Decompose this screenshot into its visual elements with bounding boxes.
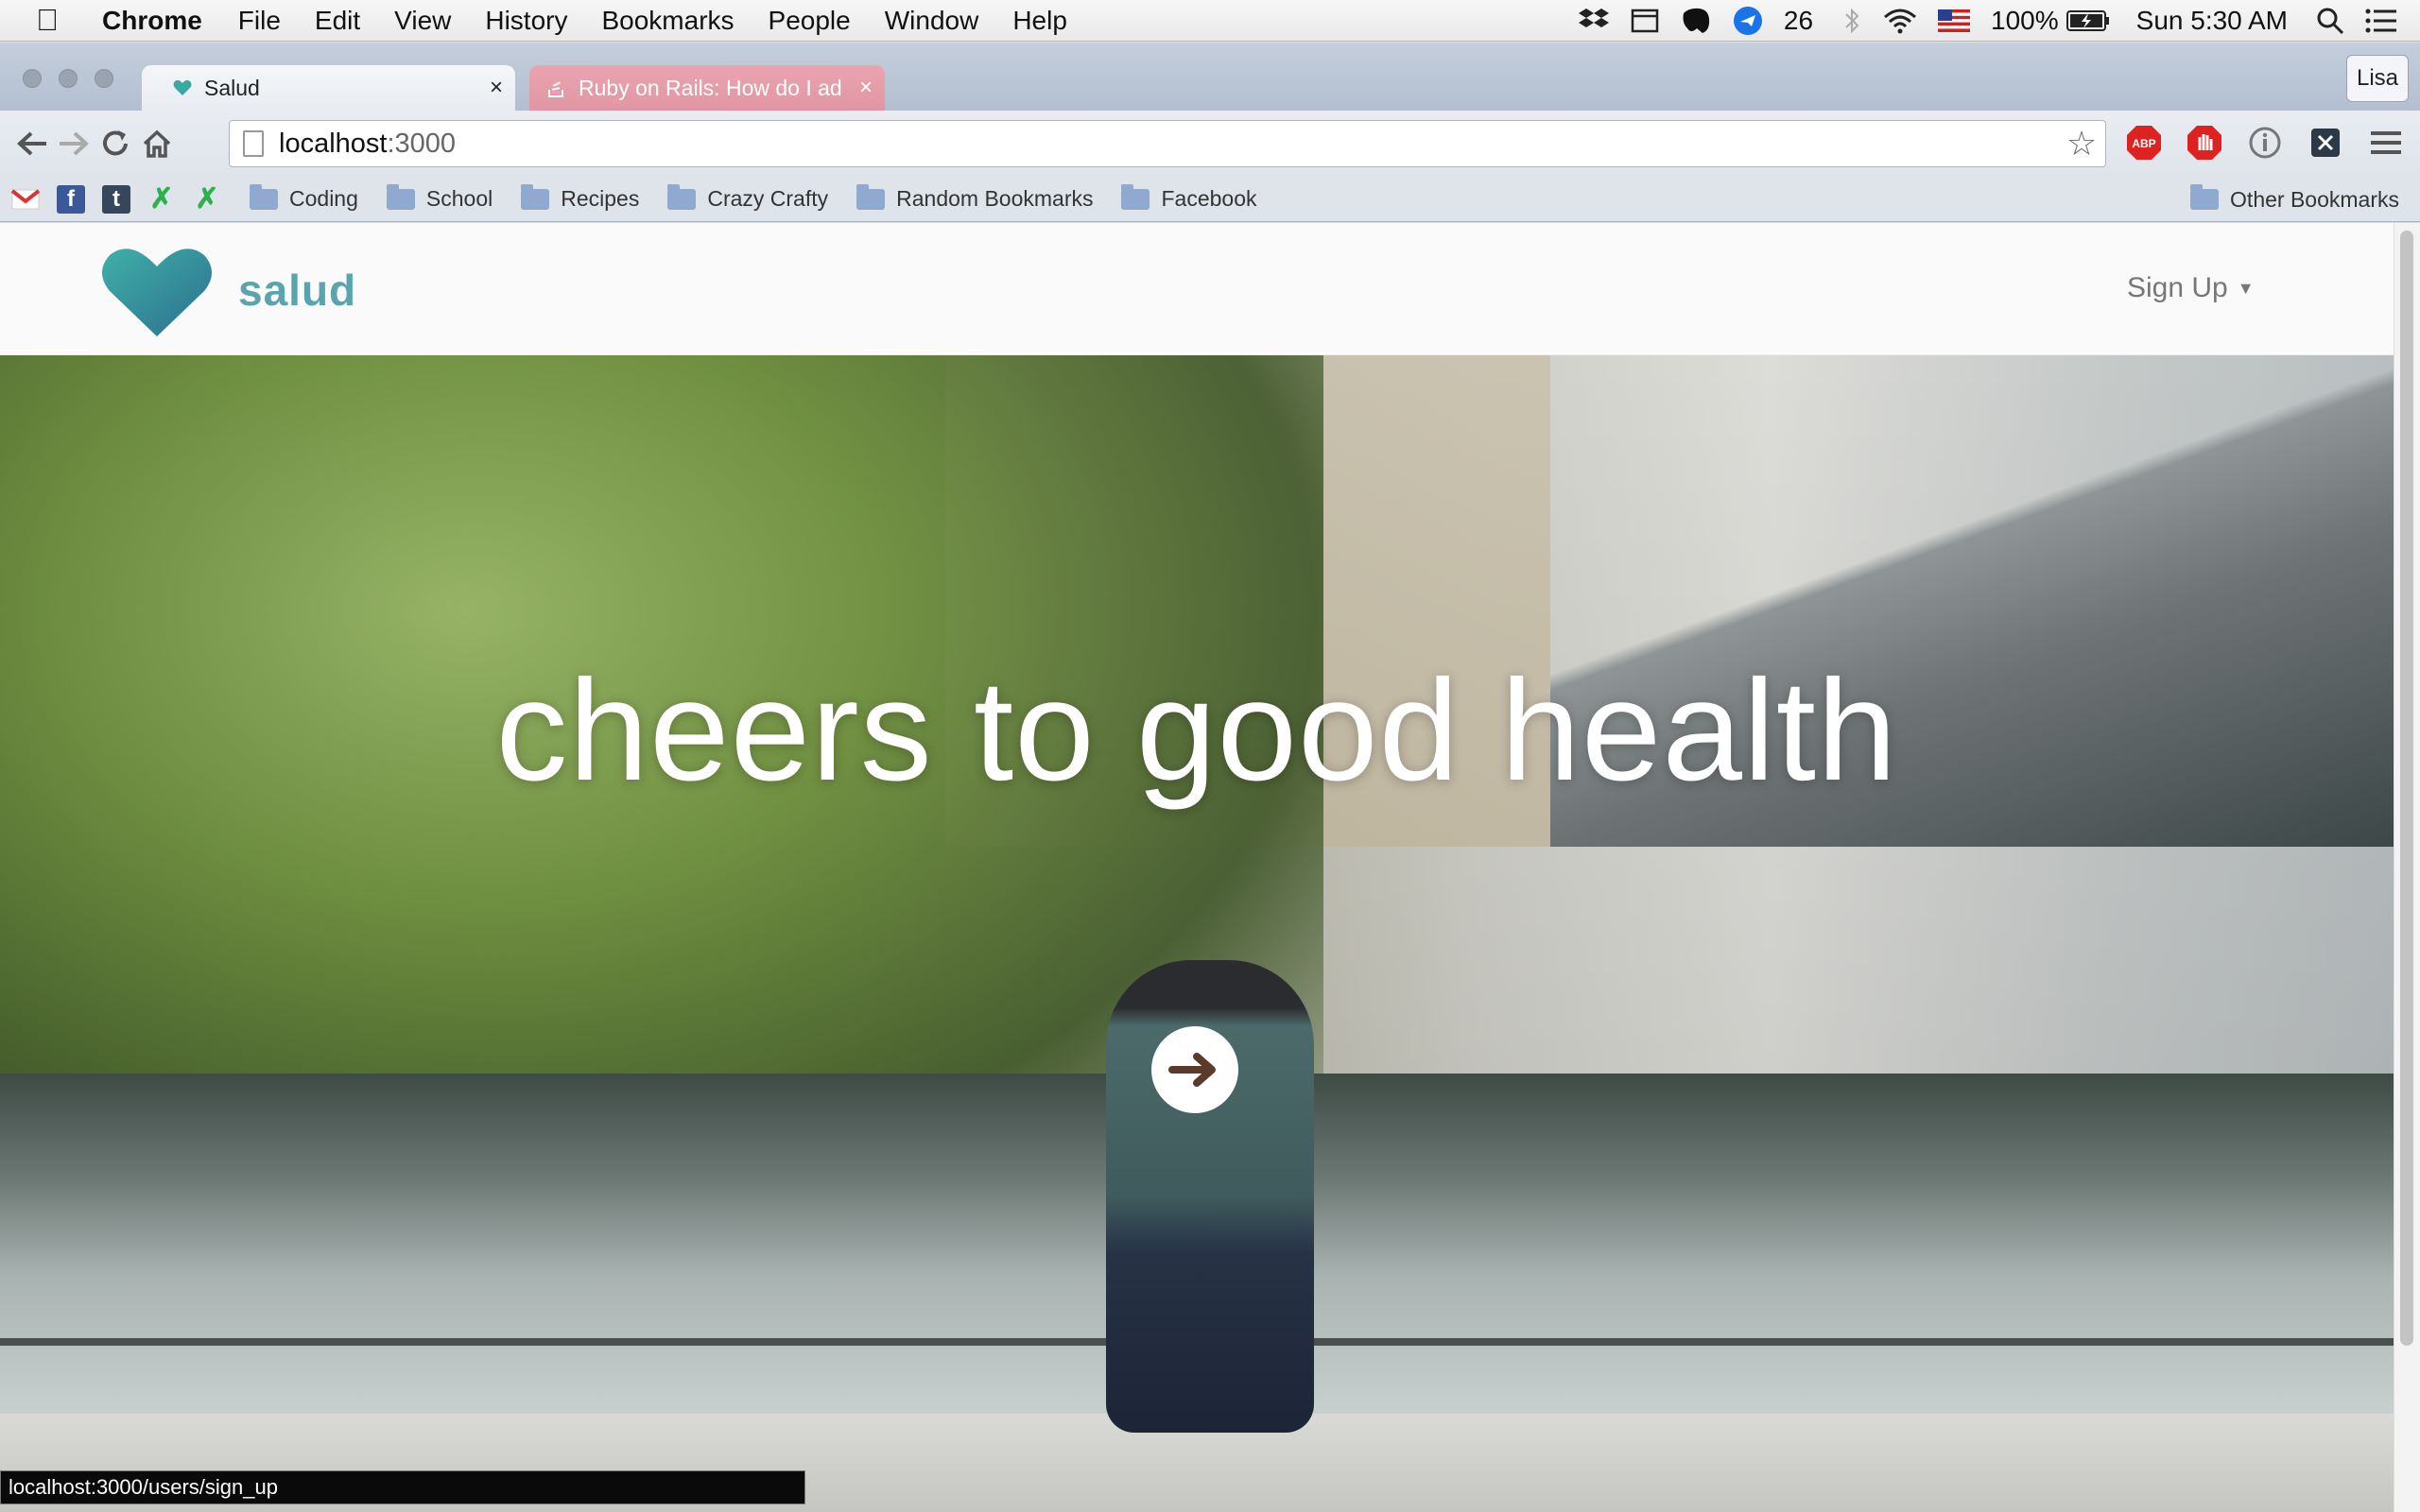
folder-icon [521,183,550,210]
hero-title: cheers to good health [495,650,1898,811]
menu-bookmarks[interactable]: Bookmarks [601,6,734,36]
hero-section: cheers to good health [0,355,2394,1512]
hero-arrow-button[interactable] [1151,1026,1238,1113]
green-bookmark-icon[interactable]: ✗ [193,183,221,215]
back-button[interactable] [11,123,53,164]
bookmark-folder-other[interactable]: Other Bookmarks [2190,177,2399,222]
address-bar[interactable]: localhost:3000 ☆ [229,120,2106,167]
home-button[interactable] [136,123,178,164]
macos-menubar:  Chrome File Edit View History Bookmark… [0,0,2420,42]
browser-toolbar: localhost:3000 ☆ ABP [0,111,2420,177]
scrollbar-thumb[interactable] [2400,231,2413,1346]
profile-button[interactable]: Lisa [2346,55,2409,102]
menu-app-chrome[interactable]: Chrome [102,6,202,36]
menubar-status-area: 26 100% Sun 5:30 AM [1578,0,2420,42]
caret-down-icon: ▼ [2237,278,2255,298]
tab-title: Salud [204,75,260,100]
signup-dropdown[interactable]: Sign Up ▼ [2127,272,2255,304]
spotlight-search-icon[interactable] [2316,7,2344,35]
notification-center-icon[interactable] [2365,9,2397,33]
tab-salud[interactable]: Salud × [142,65,515,111]
wifi-icon[interactable] [1883,8,1917,34]
heart-logo-icon[interactable] [100,246,214,340]
folder-icon [2190,184,2220,210]
arrow-right-icon [1168,1053,1216,1087]
folder-icon [667,183,697,210]
apple-icon[interactable]:  [36,3,70,38]
clock[interactable]: Sun 5:30 AM [2136,6,2288,36]
chrome-menu-icon[interactable] [2367,124,2405,162]
bookmark-folder-coding[interactable]: Coding [250,183,358,212]
zoom-window-button[interactable] [95,69,113,88]
bookmarks-bar: f t ✗ ✗ Coding School Recipes Crazy Craf… [0,177,2420,222]
svg-text:ABP: ABP [2132,137,2155,150]
dropbox-icon[interactable] [1578,7,1610,35]
minimize-window-button[interactable] [59,69,78,88]
gmail-icon[interactable] [11,185,40,214]
tab-strip: Salud × Ruby on Rails: How do I ad × [0,43,2420,146]
green-bookmark-icon[interactable]: ✗ [147,183,176,215]
bookmark-star-icon[interactable]: ☆ [2058,124,2105,163]
link-status-bubble: localhost:3000/users/sign_up [0,1470,805,1504]
bookmark-folder-recipes[interactable]: Recipes [521,183,639,212]
adblock-plus-icon[interactable]: ABP [2125,124,2163,162]
tab-ruby-on-rails[interactable]: Ruby on Rails: How do I ad × [529,65,885,111]
folder-icon [856,183,886,210]
forward-button[interactable] [53,123,95,164]
flight-icon[interactable] [1733,6,1763,36]
close-window-button[interactable] [23,69,42,88]
reload-button[interactable] [95,123,136,164]
adblock-hand-icon[interactable] [2186,124,2223,162]
bookmark-folder-crazy-crafty[interactable]: Crazy Crafty [667,183,828,212]
tumblr-icon[interactable]: t [102,184,130,214]
close-tab-icon[interactable]: × [847,75,885,101]
page-icon [243,130,264,157]
evernote-icon[interactable] [1680,6,1712,36]
menu-edit[interactable]: Edit [315,6,360,36]
page-scrollbar[interactable] [2394,223,2420,1512]
us-flag-icon[interactable] [1938,9,1971,32]
battery-icon[interactable] [2066,9,2110,32]
menu-people[interactable]: People [769,6,851,36]
address-url[interactable]: localhost:3000 [279,129,2058,160]
info-extension-icon[interactable] [2246,124,2284,162]
window-icon[interactable] [1631,8,1659,34]
folder-icon [250,183,278,210]
web-page: salud Sign Up ▼ cheers to good health [0,223,2394,1512]
menu-window[interactable]: Window [885,6,979,36]
facebook-icon[interactable]: f [57,184,85,214]
menu-view[interactable]: View [394,6,451,36]
menu-history[interactable]: History [485,6,567,36]
site-header: salud Sign Up ▼ [0,223,2394,355]
brand-name[interactable]: salud [238,265,356,316]
x-extension-icon[interactable] [2307,124,2344,162]
battery-percent: 100% [1991,6,2059,35]
bluetooth-icon[interactable] [1841,7,1862,35]
menu-file[interactable]: File [238,6,281,36]
stackoverflow-icon [546,77,567,98]
close-tab-icon[interactable]: × [477,75,515,101]
folder-icon [1121,183,1150,210]
menu-help[interactable]: Help [1012,6,1067,36]
heart-icon [172,77,193,98]
bookmark-folder-school[interactable]: School [386,183,493,212]
bookmark-folder-random-bookmarks[interactable]: Random Bookmarks [856,183,1093,212]
bookmark-folder-facebook[interactable]: Facebook [1121,183,1257,212]
folder-icon [386,183,415,210]
tab-title: Ruby on Rails: How do I ad [579,75,842,100]
status-count: 26 [1783,6,1814,35]
